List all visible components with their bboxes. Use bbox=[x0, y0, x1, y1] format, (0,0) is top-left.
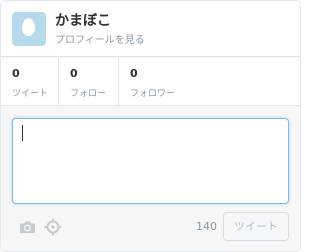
character-counter: 140 bbox=[196, 220, 217, 233]
stat-followers-label: フォロワー bbox=[130, 89, 176, 99]
stat-tweets-label: ツイート bbox=[12, 89, 49, 99]
tweet-button[interactable]: ツイート bbox=[223, 212, 289, 241]
stat-following[interactable]: 0 フォロー bbox=[59, 58, 119, 106]
profile-name[interactable]: かまぼこ bbox=[55, 10, 111, 30]
avatar[interactable] bbox=[12, 12, 46, 46]
egg-icon bbox=[22, 18, 35, 36]
stat-following-count: 0 bbox=[70, 67, 78, 80]
location-icon[interactable] bbox=[44, 218, 62, 236]
view-profile-link[interactable]: プロフィールを見る bbox=[55, 31, 145, 46]
tweet-compose-box[interactable] bbox=[12, 118, 289, 204]
stat-tweets-count: 0 bbox=[12, 67, 20, 80]
stat-followers[interactable]: 0 フォロワー bbox=[119, 58, 300, 106]
stat-following-label: フォロー bbox=[70, 89, 107, 99]
camera-icon[interactable] bbox=[19, 220, 36, 234]
profile-header: かまぼこ プロフィールを見る bbox=[1, 1, 300, 57]
stat-followers-count: 0 bbox=[130, 67, 138, 80]
stat-tweets[interactable]: 0 ツイート bbox=[1, 58, 59, 106]
profile-stats: 0 ツイート 0 フォロー 0 フォロワー bbox=[1, 58, 300, 106]
tweet-dashboard-card: かまぼこ プロフィールを見る 0 ツイート 0 フォロー 0 フォロワー 140… bbox=[0, 0, 301, 252]
text-caret bbox=[22, 125, 23, 141]
